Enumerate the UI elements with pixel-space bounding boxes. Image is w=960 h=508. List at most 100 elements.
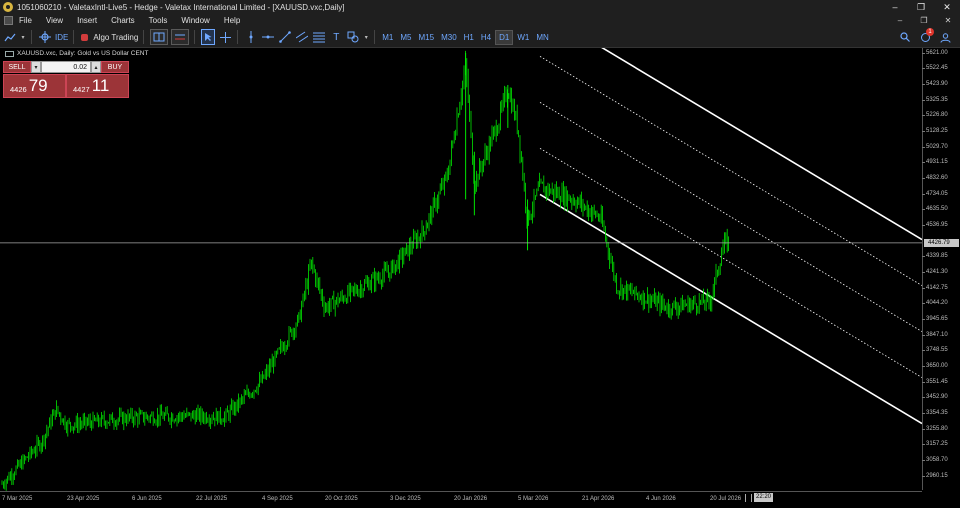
timeframe-d1[interactable]: D1 xyxy=(495,29,514,45)
minimize-button[interactable]: – xyxy=(882,0,908,14)
toolbar-divider xyxy=(194,30,196,44)
time-tick-label: 22 Jul 2025 xyxy=(196,496,228,502)
crosshair-tool-icon[interactable] xyxy=(218,29,232,45)
regression-channel[interactable] xyxy=(539,48,923,425)
lot-size-input[interactable]: 0.02 xyxy=(41,61,91,73)
title-bar: 1051060210 - ValetaxIntl-Live5 - Hedge -… xyxy=(0,0,960,14)
channel-inner-line[interactable] xyxy=(539,148,923,378)
timeframe-w1[interactable]: W1 xyxy=(514,30,532,45)
window-controls: – ❐ ✕ xyxy=(882,0,960,14)
menu-help[interactable]: Help xyxy=(224,16,240,25)
menu-file[interactable]: File xyxy=(19,16,32,25)
timeframe-h4[interactable]: H4 xyxy=(478,30,494,45)
channel-outer-line[interactable] xyxy=(539,193,923,425)
chart-shift-marker[interactable] xyxy=(745,494,752,502)
timeframe-m5[interactable]: M5 xyxy=(397,30,414,45)
chart-window[interactable]: XAUUSD.vxc, Daily: Gold vs US Dollar CEN… xyxy=(0,48,960,508)
time-tick-label: 6 Jun 2025 xyxy=(132,496,162,502)
channel-tool-icon[interactable] xyxy=(295,29,309,45)
timeframe-mn[interactable]: MN xyxy=(533,30,551,45)
lot-decrease-button[interactable]: ▾ xyxy=(31,61,41,73)
sell-price-box[interactable]: 4426 79 xyxy=(3,74,66,98)
ide-button[interactable]: IDE xyxy=(55,33,68,42)
text-tool-icon[interactable]: T xyxy=(329,29,343,45)
menu-window[interactable]: Window xyxy=(181,16,209,25)
price-tick-label: 3748.55 xyxy=(922,347,948,354)
buy-price-box[interactable]: 4427 11 xyxy=(66,74,129,98)
price-axis[interactable]: 5621.00 5522.45 5423.90 5325.35 5226.80 5128.… xyxy=(922,48,960,490)
fibonacci-tool-icon[interactable] xyxy=(312,29,326,45)
price-tick-label: 3945.65 xyxy=(922,315,948,322)
menu-tools[interactable]: Tools xyxy=(149,16,168,25)
horizontal-line-tool-icon[interactable] xyxy=(261,29,275,45)
trade-prices-row: 4426 79 4427 11 xyxy=(3,74,129,98)
price-tick-label: 4931.15 xyxy=(922,159,948,166)
price-tick-label: 4044.20 xyxy=(922,300,948,307)
channel-inner-line[interactable] xyxy=(539,56,923,286)
chart-dropdown-icon[interactable]: ▾ xyxy=(20,29,26,45)
time-tick-label: 21 Apr 2026 xyxy=(582,496,615,502)
chart-window-icon[interactable] xyxy=(4,16,13,25)
trade-levels-icon[interactable] xyxy=(171,29,190,45)
timeframe-m30[interactable]: M30 xyxy=(438,30,460,45)
time-axis[interactable]: 22:20 7 Mar 2025 23 Apr 2025 6 Jun 2025 22 … xyxy=(0,491,922,508)
time-tick-label: 4 Jun 2026 xyxy=(646,496,676,502)
sell-button[interactable]: SELL xyxy=(3,61,31,73)
menu-view[interactable]: View xyxy=(46,16,63,25)
price-tick-label: 3847.10 xyxy=(922,331,948,338)
chart-restore-button[interactable]: ❐ xyxy=(912,14,936,27)
buy-price-minor: 11 xyxy=(91,76,110,95)
app-logo-icon xyxy=(3,2,13,12)
shapes-tool-icon[interactable] xyxy=(346,29,360,45)
notifications-icon[interactable]: 1 xyxy=(918,28,934,44)
price-chart[interactable] xyxy=(0,48,960,508)
toolbar-divider xyxy=(237,30,239,44)
price-tick-label: 3452.90 xyxy=(922,394,948,401)
timeframe-m1[interactable]: M1 xyxy=(379,30,396,45)
buy-button[interactable]: BUY xyxy=(101,61,129,73)
time-tick-label: 20 Jan 2026 xyxy=(454,496,488,502)
account-icon[interactable] xyxy=(938,30,952,44)
price-tick-label: 4339.85 xyxy=(922,253,948,260)
price-tick-label: 3354.35 xyxy=(922,409,948,416)
chart-symbol-label: XAUUSD.vxc, Daily: Gold vs US Dollar CEN… xyxy=(5,50,148,57)
menu-insert[interactable]: Insert xyxy=(77,16,97,25)
time-tick-label: 20 Jul 2026 xyxy=(710,496,742,502)
lot-increase-button[interactable]: ▴ xyxy=(91,61,101,73)
chart-close-button[interactable]: ✕ xyxy=(936,14,960,27)
price-tick-label: 5128.25 xyxy=(922,127,948,134)
price-tick-label: 4832.60 xyxy=(922,174,948,181)
timeframe-m15[interactable]: M15 xyxy=(416,30,438,45)
time-tick-label: 20 Oct 2025 xyxy=(325,496,358,502)
time-tick-label: 3 Dec 2025 xyxy=(390,496,421,502)
price-tick-label: 5522.45 xyxy=(922,65,948,72)
window-title: 1051060210 - ValetaxIntl-Live5 - Hedge -… xyxy=(17,2,345,12)
shapes-dropdown-icon[interactable]: ▾ xyxy=(363,29,369,45)
time-tick-label: 4 Sep 2025 xyxy=(262,496,293,502)
metaeditor-icon[interactable] xyxy=(38,29,52,45)
new-chart-icon[interactable] xyxy=(3,29,17,45)
toolbar-right-icons: 1 xyxy=(892,28,952,45)
price-tick-label: 4142.75 xyxy=(922,284,948,291)
vertical-line-tool-icon[interactable] xyxy=(244,29,258,45)
symbol-flag-icon xyxy=(5,50,14,57)
chart-minimize-button[interactable]: – xyxy=(888,14,912,27)
menu-charts[interactable]: Charts xyxy=(111,16,135,25)
timeframe-h1[interactable]: H1 xyxy=(461,30,477,45)
toolbar: ▾ IDE Algo Trading T ▾ M1 M5 M15 M30 H1 xyxy=(0,27,960,48)
search-icon[interactable] xyxy=(898,30,912,44)
time-tick-label: 23 Apr 2025 xyxy=(67,496,100,502)
close-button[interactable]: ✕ xyxy=(934,0,960,14)
one-click-trading-icon[interactable] xyxy=(150,29,169,45)
menu-bar: File View Insert Charts Tools Window Hel… xyxy=(0,14,960,27)
chart-window-controls: – ❐ ✕ xyxy=(888,14,960,27)
cursor-tool-icon[interactable] xyxy=(201,29,216,45)
price-tick-label: 5621.00 xyxy=(922,49,948,56)
trendline-tool-icon[interactable] xyxy=(278,29,292,45)
maximize-button[interactable]: ❐ xyxy=(908,0,934,14)
sell-price-major: 4426 xyxy=(10,85,27,94)
time-tick-label: 7 Mar 2025 xyxy=(2,496,33,502)
algo-trading-button[interactable]: Algo Trading xyxy=(93,33,138,42)
buy-price-major: 4427 xyxy=(73,85,90,94)
price-tick-label: 3650.00 xyxy=(922,362,948,369)
